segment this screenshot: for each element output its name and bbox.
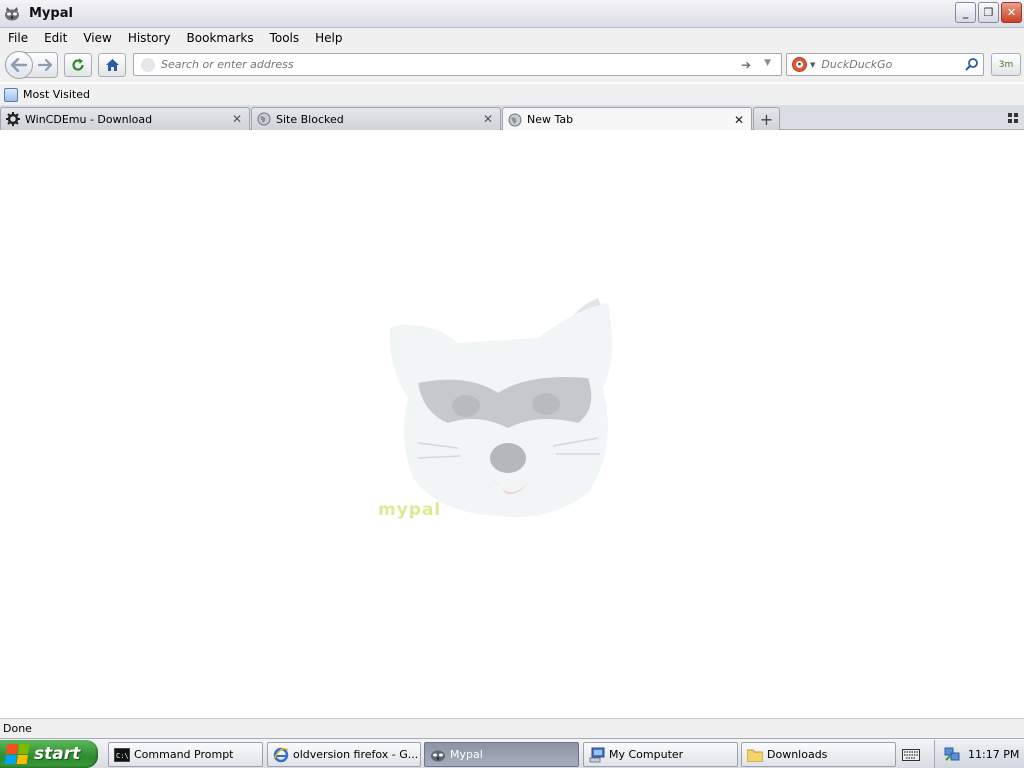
menu-view[interactable]: View <box>75 31 119 45</box>
taskbar: start C:\ Command Prompt oldversion fire… <box>0 738 1024 768</box>
forward-button[interactable] <box>33 53 57 77</box>
tab-strip: WinCDEmu - Download ✕ Site Blocked ✕ New… <box>0 105 1024 131</box>
menu-history[interactable]: History <box>120 31 179 45</box>
duckduckgo-icon[interactable] <box>792 57 807 72</box>
globe-icon <box>257 112 271 126</box>
mypal-icon <box>430 747 446 763</box>
task-command-prompt[interactable]: C:\ Command Prompt <box>108 742 263 767</box>
menu-tools[interactable]: Tools <box>262 31 308 45</box>
most-visited-icon <box>4 87 18 102</box>
restore-button[interactable]: ❐ <box>978 2 999 23</box>
svg-text:C:\: C:\ <box>116 752 129 760</box>
computer-icon <box>589 747 605 763</box>
search-engine-dropdown-icon[interactable]: ▼ <box>810 61 815 69</box>
reload-icon <box>72 58 84 71</box>
status-bar: Done <box>0 718 1024 738</box>
new-tab-button[interactable]: + <box>753 107 780 130</box>
task-label: Downloads <box>767 748 828 761</box>
search-magnifier-icon[interactable] <box>965 57 979 74</box>
task-my-computer[interactable]: My Computer <box>583 742 738 767</box>
cmd-icon: C:\ <box>114 747 130 763</box>
task-oldversion-firefox[interactable]: oldversion firefox - G... <box>267 742 421 767</box>
menu-bookmarks[interactable]: Bookmarks <box>179 31 262 45</box>
menu-help[interactable]: Help <box>307 31 350 45</box>
back-arrow-icon <box>11 58 27 72</box>
extension-badge: 3m <box>998 59 1014 70</box>
back-button[interactable] <box>5 51 33 79</box>
home-icon <box>105 59 119 71</box>
windows-logo-icon <box>4 744 30 764</box>
forward-arrow-icon <box>38 59 52 71</box>
task-label: oldversion firefox - G... <box>293 748 419 761</box>
address-bar[interactable]: ➔ ▼ <box>133 53 782 76</box>
ie-icon <box>273 747 289 763</box>
window-title: Mypal <box>29 6 73 21</box>
search-bar[interactable]: ▼ <box>786 53 984 76</box>
title-bar: Mypal _ ❐ ✕ <box>0 0 1024 28</box>
minimize-icon: _ <box>962 6 969 19</box>
new-tab-page: mypal <box>0 130 1024 718</box>
keyboard-icon[interactable] <box>897 745 925 765</box>
back-forward-group <box>5 51 58 79</box>
system-tray: 11:17 PM <box>934 740 1024 768</box>
task-label: Mypal <box>450 748 483 761</box>
tab-new-tab[interactable]: New Tab ✕ <box>502 107 752 131</box>
tab-title: Site Blocked <box>276 112 344 126</box>
restore-icon: ❐ <box>983 6 994 19</box>
tab-grid-icon[interactable] <box>1006 111 1020 125</box>
menu-file[interactable]: File <box>0 31 36 45</box>
plus-icon: + <box>759 109 774 129</box>
menu-bar: File Edit View History Bookmarks Tools H… <box>0 28 1024 48</box>
globe-icon <box>508 113 522 127</box>
mypal-raccoon-logo <box>389 298 612 518</box>
mypal-logo-text: mypal <box>378 500 442 520</box>
gear-icon <box>6 112 20 126</box>
clock[interactable]: 11:17 PM <box>968 748 1019 761</box>
task-mypal[interactable]: Mypal <box>424 742 579 767</box>
bookmark-most-visited[interactable]: Most Visited <box>23 88 90 101</box>
task-downloads[interactable]: Downloads <box>741 742 896 767</box>
status-text: Done <box>3 722 32 735</box>
tab-close-icon[interactable]: ✕ <box>732 113 746 127</box>
start-label: start <box>34 744 81 764</box>
go-arrow-icon[interactable]: ➔ <box>741 58 751 72</box>
address-input[interactable] <box>161 58 721 71</box>
close-icon: ✕ <box>1006 6 1017 19</box>
bookmarks-toolbar: Most Visited <box>0 84 1024 105</box>
navigation-toolbar: ➔ ▼ ▼ 3m <box>0 48 1024 82</box>
search-input[interactable] <box>821 58 962 71</box>
task-label: Command Prompt <box>134 748 234 761</box>
network-icon[interactable] <box>944 746 960 762</box>
extension-button[interactable]: 3m <box>991 53 1021 76</box>
menu-edit[interactable]: Edit <box>36 31 75 45</box>
home-button[interactable] <box>98 53 126 77</box>
start-button[interactable]: start <box>0 740 98 768</box>
site-identity-icon[interactable] <box>141 57 155 72</box>
minimize-button[interactable]: _ <box>955 2 976 23</box>
tab-title: New Tab <box>527 113 574 126</box>
reload-button[interactable] <box>64 53 92 77</box>
close-button[interactable]: ✕ <box>1001 2 1022 23</box>
task-label: My Computer <box>609 748 684 761</box>
tab-site-blocked[interactable]: Site Blocked ✕ <box>251 107 501 130</box>
url-dropdown-icon[interactable]: ▼ <box>764 58 771 68</box>
tab-title: WinCDEmu - Download <box>25 112 153 126</box>
tab-wincdemu[interactable]: WinCDEmu - Download ✕ <box>0 107 250 130</box>
tab-close-icon[interactable]: ✕ <box>230 112 244 126</box>
folder-icon <box>747 747 763 763</box>
tab-close-icon[interactable]: ✕ <box>481 112 495 126</box>
raccoon-icon <box>3 5 21 23</box>
